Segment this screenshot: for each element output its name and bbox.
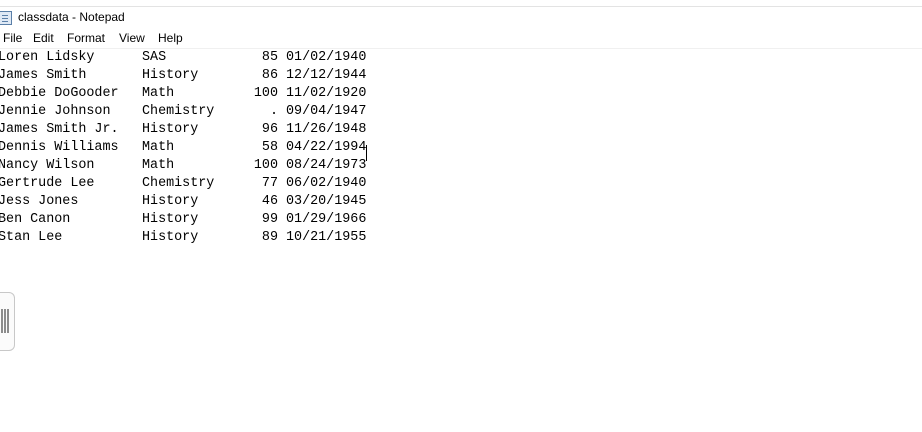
student-name: Stan Lee: [0, 230, 63, 245]
student-name: Nancy Wilson: [0, 158, 95, 173]
date: 11/26/1948: [286, 122, 367, 137]
student-name: Loren Lidsky: [0, 50, 95, 65]
score: 100: [253, 86, 278, 101]
panel-handle-icon: [1, 309, 10, 333]
subject: Chemistry: [142, 176, 215, 191]
date: 11/02/1920: [286, 86, 367, 101]
text-editor-area[interactable]: Loren Lidsky SAS 85 01/02/1940 James Smith Hi…: [0, 49, 922, 432]
score: 99: [261, 212, 278, 227]
student-name: Dennis Williams: [0, 140, 119, 155]
side-panel-handle[interactable]: [0, 292, 15, 351]
text-line: Dennis Williams Math 58 04/22/1994: [0, 140, 400, 158]
text-line: James Smith History 86 12/12/1944: [0, 68, 400, 86]
score: 58: [261, 140, 278, 155]
score: 46: [261, 194, 278, 209]
score: .: [269, 104, 278, 119]
text-line: Loren Lidsky SAS 85 01/02/1940: [0, 50, 400, 68]
student-name: Debbie DoGooder: [0, 86, 119, 101]
subject: History: [142, 230, 199, 245]
date: 06/02/1940: [286, 176, 367, 191]
date: 08/24/1973: [286, 158, 367, 173]
menu-view[interactable]: View: [119, 31, 145, 45]
score: 89: [261, 230, 278, 245]
text-caret: [366, 145, 367, 161]
menu-format[interactable]: Format: [67, 31, 105, 45]
subject: History: [142, 68, 199, 83]
date: 09/04/1947: [286, 104, 367, 119]
title-bar[interactable]: classdata - Notepad: [0, 7, 922, 29]
subject: Math: [142, 140, 175, 155]
menu-file[interactable]: File: [3, 31, 22, 45]
score: 100: [253, 158, 278, 173]
text-line: Debbie DoGooder Math 100 11/02/1920: [0, 86, 400, 104]
date: 01/02/1940: [286, 50, 367, 65]
subject: History: [142, 194, 199, 209]
menu-bar: File Edit Format View Help: [0, 29, 922, 48]
date: 04/22/1994: [286, 140, 367, 155]
score: 85: [261, 50, 278, 65]
score: 77: [261, 176, 278, 191]
text-line: James Smith Jr. History 96 11/26/1948: [0, 122, 400, 140]
menu-edit[interactable]: Edit: [33, 31, 54, 45]
score: 86: [261, 68, 278, 83]
window-title: classdata - Notepad: [18, 10, 125, 24]
subject: Chemistry: [142, 104, 215, 119]
student-name: James Smith Jr.: [0, 122, 119, 137]
subject: Math: [142, 158, 175, 173]
date: 10/21/1955: [286, 230, 367, 245]
text-line: Nancy Wilson Math 100 08/24/1973: [0, 158, 400, 176]
student-name: Jess Jones: [0, 194, 79, 209]
notepad-icon: [0, 11, 12, 25]
date: 01/29/1966: [286, 212, 367, 227]
student-name: Gertrude Lee: [0, 176, 95, 191]
subject: History: [142, 122, 199, 137]
subject: SAS: [142, 50, 167, 65]
subject: Math: [142, 86, 175, 101]
text-line: Stan Lee History 89 10/21/1955: [0, 230, 400, 248]
text-line: Jess Jones History 46 03/20/1945: [0, 194, 400, 212]
menu-help[interactable]: Help: [158, 31, 183, 45]
score: 96: [261, 122, 278, 137]
student-name: James Smith: [0, 68, 87, 83]
text-line: Jennie Johnson Chemistry. 09/04/1947: [0, 104, 400, 122]
date: 03/20/1945: [286, 194, 367, 209]
student-name: Jennie Johnson: [0, 104, 111, 119]
text-line: Gertrude Lee Chemistry 77 06/02/1940: [0, 176, 400, 194]
date: 12/12/1944: [286, 68, 367, 83]
text-line: Ben Canon History 99 01/29/1966: [0, 212, 400, 230]
student-name: Ben Canon: [0, 212, 71, 227]
subject: History: [142, 212, 199, 227]
